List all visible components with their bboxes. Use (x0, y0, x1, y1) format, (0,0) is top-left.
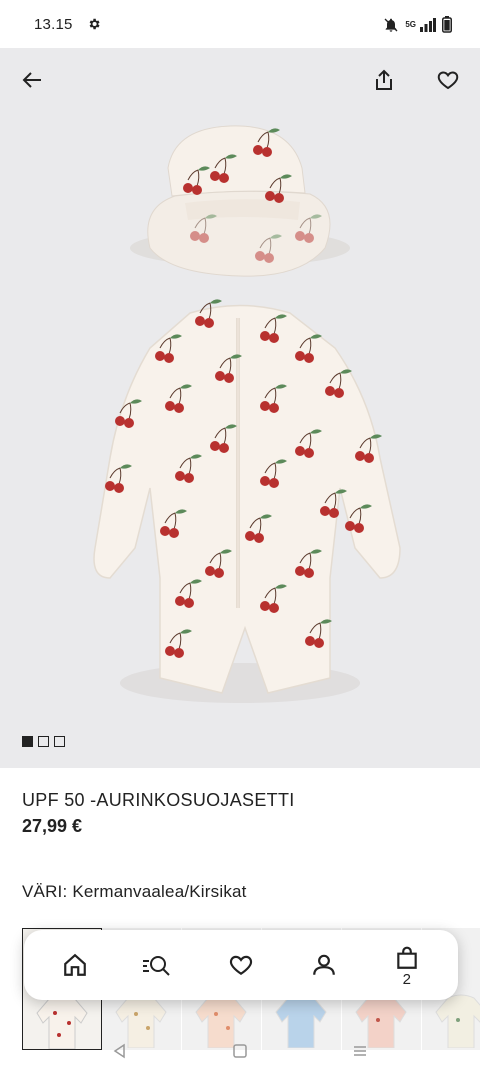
gallery-dot-3[interactable] (54, 736, 65, 747)
gallery-dot-2[interactable] (38, 736, 49, 747)
square-home-icon (233, 1044, 247, 1058)
heart-icon (437, 71, 459, 90)
favorite-button[interactable] (428, 60, 468, 100)
swimsuit (93, 298, 401, 694)
system-navigation-bar (0, 1030, 480, 1072)
product-info: UPF 50 -AURINKOSUOJASETTI 27,99 € (22, 790, 462, 837)
product-price: 27,99 € (22, 816, 83, 836)
nav-home[interactable] (47, 937, 103, 993)
gallery-dot-1[interactable] (22, 736, 33, 747)
bag-item-count: 2 (402, 971, 411, 988)
triangle-back-icon (113, 1043, 125, 1059)
battery-icon (442, 16, 452, 33)
nav-account[interactable] (296, 937, 352, 993)
bottom-navigation: 2 (24, 930, 458, 1000)
share-icon (376, 69, 392, 90)
nav-bag[interactable]: 2 (379, 937, 435, 993)
signal-icon (420, 17, 436, 32)
product-image-suit-and-hat (93, 125, 401, 703)
status-time: 13.15 (34, 15, 73, 33)
app-root: 13.15 5G UPF 50 -AURINKOSUOJASETTI 27,99… (0, 0, 480, 1072)
user-icon (312, 954, 335, 975)
home-icon (64, 953, 87, 976)
system-home-button[interactable] (230, 1041, 250, 1061)
product-image-gallery[interactable] (0, 48, 480, 768)
menu-lines-icon (354, 1046, 366, 1056)
gallery-pagination (22, 736, 65, 747)
product-title: UPF 50 -AURINKOSUOJASETTI (22, 790, 295, 810)
shopping-bag-icon (396, 946, 417, 969)
system-back-button[interactable] (110, 1041, 130, 1061)
nav-favorites[interactable] (213, 937, 269, 993)
sun-hat (130, 125, 350, 277)
share-button[interactable] (364, 60, 404, 100)
mute-bell-icon (384, 18, 398, 32)
network-type: 5G (405, 20, 416, 29)
status-bar: 13.15 5G (0, 0, 480, 48)
system-recents-button[interactable] (350, 1041, 370, 1061)
status-icons: 5G (383, 16, 452, 33)
nav-search[interactable] (130, 937, 186, 993)
search-icon (143, 956, 170, 976)
back-button[interactable] (12, 60, 52, 100)
color-label: VÄRI: Kermanvaalea/Kirsikat (22, 882, 247, 901)
settings-gear-icon (89, 18, 100, 30)
heart-icon (229, 955, 253, 975)
arrow-left-icon (22, 72, 41, 88)
